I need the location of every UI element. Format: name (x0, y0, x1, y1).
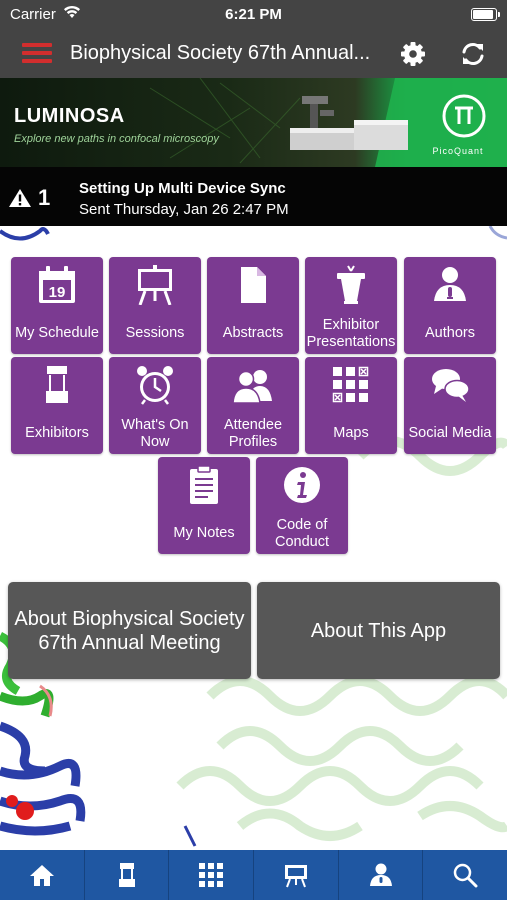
calendar-icon: 19 (39, 266, 75, 303)
tile-label: Social Media (408, 425, 492, 441)
tile-label: My Schedule (15, 325, 99, 341)
tab-authors[interactable] (339, 850, 424, 900)
search-icon (453, 863, 478, 888)
tile-whats-on-now[interactable]: What's On Now (109, 357, 201, 454)
tile-sessions[interactable]: Sessions (109, 257, 201, 354)
tile-attendee-profiles[interactable]: Attendee Profiles (207, 357, 299, 454)
clock: 6:21 PM (225, 6, 282, 23)
tile-label: What's On Now (121, 417, 189, 450)
sync-icon[interactable] (459, 40, 487, 68)
tab-home[interactable] (0, 850, 85, 900)
tile-my-schedule[interactable]: 19 My Schedule (11, 257, 103, 354)
people-icon (233, 370, 272, 404)
bottom-tab-bar (0, 850, 507, 900)
tab-maps[interactable] (169, 850, 255, 900)
notification-timestamp: Sent Thursday, Jan 26 2:47 PM (79, 201, 289, 218)
easel-icon (284, 865, 307, 888)
tab-search[interactable] (423, 850, 507, 900)
page-title: Biophysical Society 67th Annual... (70, 42, 371, 64)
document-icon (241, 267, 266, 303)
warning-icon (9, 189, 31, 207)
gear-icon[interactable] (399, 40, 427, 68)
tile-authors[interactable]: Authors (404, 257, 496, 354)
tile-label: Exhibitor Presentations (306, 317, 396, 350)
info-icon (284, 467, 320, 503)
tile-code-of-conduct[interactable]: Code of Conduct (256, 457, 348, 554)
menu-icon[interactable] (22, 43, 52, 65)
status-bar: Carrier 6:21 PM (0, 0, 507, 30)
home-icon (29, 865, 54, 886)
clipboard-icon (190, 465, 218, 504)
banner-tagline: Explore new paths in confocal microscopy (14, 133, 219, 145)
alarm-clock-icon (137, 366, 173, 405)
tile-label: Exhibitors (25, 425, 89, 441)
tile-my-notes[interactable]: My Notes (158, 457, 250, 554)
tile-maps[interactable]: Maps (305, 357, 397, 454)
microscope-icon (290, 96, 408, 150)
chat-bubbles-icon (432, 369, 470, 402)
battery-icon (471, 8, 500, 21)
easel-icon (138, 265, 172, 305)
about-meeting-button[interactable]: About Biophysical Society 67th Annual Me… (8, 582, 251, 679)
notification-title: Setting Up Multi Device Sync (79, 180, 286, 197)
tile-exhibitors[interactable]: Exhibitors (11, 357, 103, 454)
banner-sponsor: PicoQuant (432, 146, 484, 156)
map-grid-icon (332, 366, 369, 403)
map-grid-icon (199, 863, 224, 887)
booth-icon (46, 366, 68, 403)
calendar-day: 19 (49, 284, 66, 301)
tile-label: Sessions (125, 325, 185, 341)
tile-label: Maps (333, 425, 369, 441)
speaker-icon (369, 863, 392, 886)
nav-bar: Biophysical Society 67th Annual... (0, 30, 507, 78)
tile-label: Abstracts (222, 325, 284, 341)
podium-icon (337, 265, 365, 304)
picoquant-logo-icon (442, 94, 486, 138)
sponsor-banner[interactable]: LUMINOSA Explore new paths in confocal m… (0, 78, 507, 167)
tile-exhibitor-presentations[interactable]: Exhibitor Presentations (305, 257, 397, 354)
tile-label: Code of Conduct (274, 517, 329, 550)
tab-sessions[interactable] (254, 850, 339, 900)
tile-label: Attendee Profiles (223, 417, 283, 450)
notification-bar[interactable]: 1 Setting Up Multi Device Sync Sent Thur… (0, 167, 507, 226)
notification-count: 1 (38, 185, 51, 210)
tile-label: Authors (425, 325, 475, 341)
speaker-icon (434, 267, 466, 301)
tile-social-media[interactable]: Social Media (404, 357, 496, 454)
tile-abstracts[interactable]: Abstracts (207, 257, 299, 354)
booth-icon (118, 863, 135, 887)
about-app-button[interactable]: About This App (257, 582, 500, 679)
tile-label: My Notes (173, 525, 235, 541)
banner-brand: LUMINOSA (14, 105, 125, 127)
tab-exhibitors[interactable] (85, 850, 170, 900)
